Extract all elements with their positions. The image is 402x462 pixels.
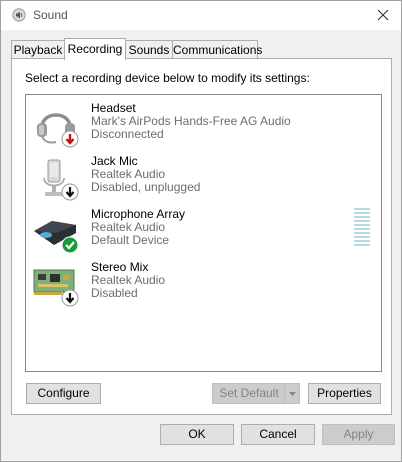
tab-playback[interactable]: Playback bbox=[11, 40, 65, 58]
close-icon bbox=[377, 9, 389, 21]
recording-panel: Select a recording device below to modif… bbox=[11, 58, 392, 415]
tab-communications[interactable]: Communications bbox=[172, 40, 262, 58]
window-title: Sound bbox=[33, 8, 68, 22]
device-status: Default Device bbox=[91, 233, 170, 247]
configure-button[interactable]: Configure bbox=[26, 383, 101, 404]
set-default-label: Set Default bbox=[219, 386, 279, 400]
tab-sounds[interactable]: Sounds bbox=[125, 40, 173, 58]
list-item-stereo-mix[interactable]: Stereo Mix Realtek Audio Disabled bbox=[26, 260, 381, 312]
microphone-icon bbox=[43, 159, 79, 201]
ok-button[interactable]: OK bbox=[160, 424, 234, 445]
tab-recording[interactable]: Recording bbox=[64, 38, 126, 60]
device-list[interactable]: Headset Mark's AirPods Hands-Free AG Aud… bbox=[25, 94, 382, 372]
circuit-board-icon bbox=[33, 269, 79, 307]
instruction-text: Select a recording device below to modif… bbox=[25, 71, 310, 85]
speaker-icon bbox=[12, 8, 26, 22]
properties-button[interactable]: Properties bbox=[308, 383, 381, 404]
microphone-array-icon bbox=[34, 221, 79, 254]
set-default-dropdown[interactable] bbox=[284, 384, 299, 403]
device-status: Disabled bbox=[91, 286, 138, 300]
input-level-meter bbox=[354, 208, 370, 246]
list-item-jack-mic[interactable]: Jack Mic Realtek Audio Disabled, unplugg… bbox=[26, 154, 381, 206]
apply-button[interactable]: Apply bbox=[322, 424, 395, 445]
device-status: Disconnected bbox=[91, 127, 164, 141]
chevron-down-icon bbox=[288, 391, 296, 396]
device-status: Disabled, unplugged bbox=[91, 180, 201, 194]
list-item-headset[interactable]: Headset Mark's AirPods Hands-Free AG Aud… bbox=[26, 101, 381, 153]
set-default-button[interactable]: Set Default bbox=[212, 383, 300, 404]
list-item-microphone-array[interactable]: Microphone Array Realtek Audio Default D… bbox=[26, 207, 381, 259]
cancel-button[interactable]: Cancel bbox=[241, 424, 315, 445]
title-bar: Sound bbox=[1, 1, 401, 30]
headset-icon bbox=[37, 113, 79, 148]
sound-dialog: Sound Playback Recording Sounds Communic… bbox=[0, 0, 402, 462]
close-button[interactable] bbox=[373, 5, 393, 25]
